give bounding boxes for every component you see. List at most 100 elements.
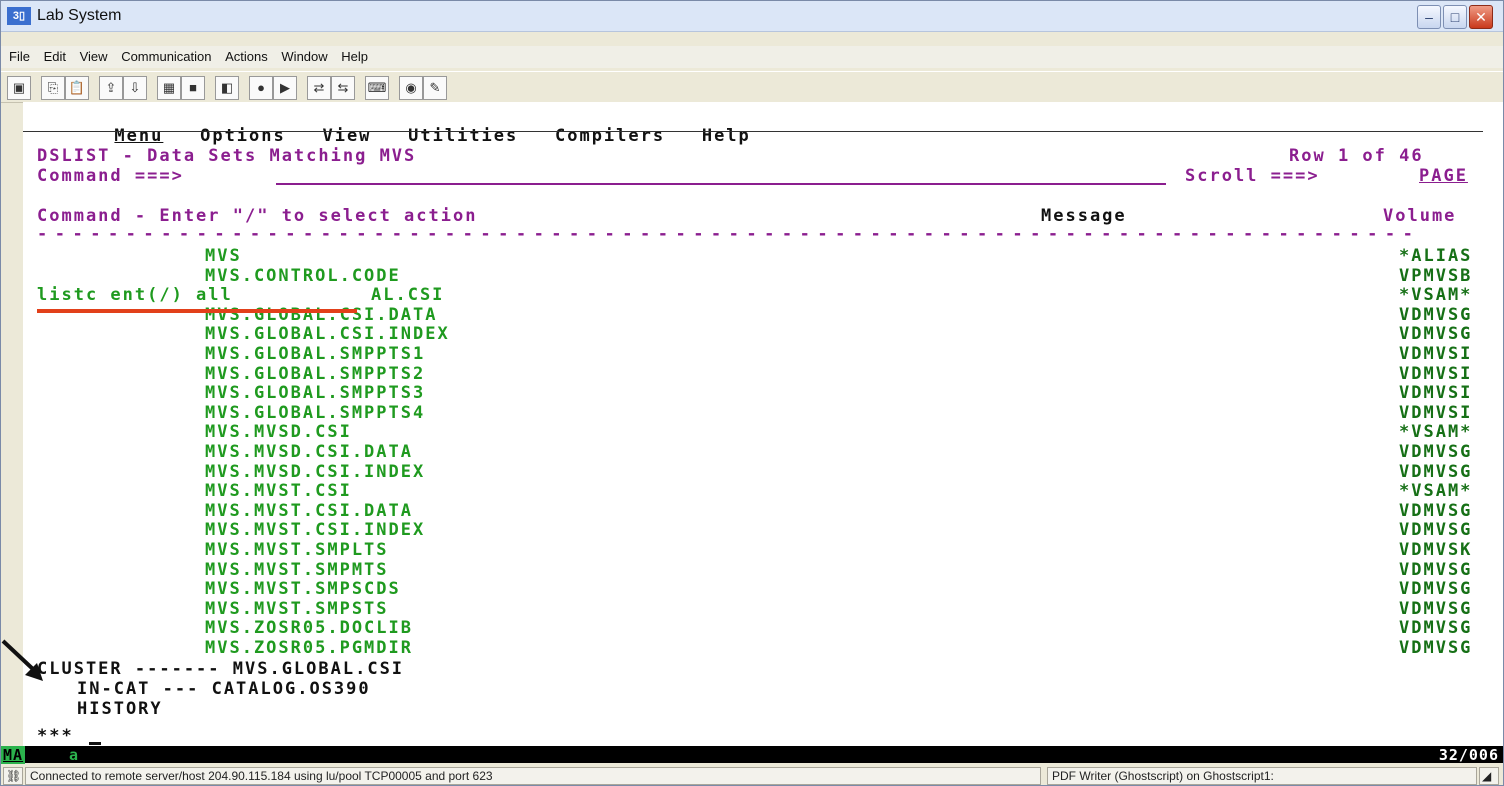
dataset-name[interactable]: MVS.GLOBAL.CSI.INDEX	[205, 324, 450, 344]
dataset-name[interactable]: MVS.MVST.SMPSTS	[205, 599, 389, 619]
dataset-volume: VDMVSG	[1399, 324, 1473, 345]
output-line-2: IN-CAT --- CATALOG.OS390	[77, 679, 371, 699]
transfer2-icon[interactable]: ⇆	[331, 76, 355, 100]
menu-file[interactable]: File	[9, 46, 30, 68]
toolbar: ▣ ⎘ 📋 ⇪ ⇩ ▦ ■ ◧ ● ▶ ⇄ ⇆ ⌨ ◉ ✎	[1, 71, 1503, 103]
action-bar-divider	[23, 131, 1483, 132]
screen-icon[interactable]: ▣	[7, 76, 31, 100]
annotation-arrow	[1, 639, 43, 681]
3270-app-icon[interactable]: 3▯	[7, 7, 31, 25]
dataset-volume: VDMVSG	[1399, 638, 1473, 658]
oia-mode: MA	[1, 746, 26, 764]
dataset-volume: VDMVSK	[1399, 540, 1473, 560]
row-info: Row 1 of 46	[1289, 146, 1424, 166]
ispf-view[interactable]: View	[322, 126, 371, 146]
dataset-volume: VDMVSI	[1399, 383, 1473, 404]
dataset-volume: VDMVSG	[1399, 559, 1473, 580]
dataset-volume: VPMVSB	[1399, 265, 1473, 286]
dataset-volume: VDMVSI	[1399, 402, 1473, 423]
dataset-name[interactable]: MVS.MVST.SMPSCDS	[205, 579, 401, 599]
resize-grip-icon[interactable]: ◢	[1479, 767, 1499, 785]
dataset-name[interactable]: MVS.MVST.SMPMTS	[205, 560, 389, 580]
dataset-volume: VDMVSG	[1399, 442, 1473, 462]
command-label: Command ===>	[37, 166, 184, 186]
ispf-menu[interactable]: Menu	[114, 126, 163, 146]
dataset-volume: VDMVSG	[1399, 304, 1473, 325]
record-icon[interactable]: ●	[249, 76, 273, 100]
globe-icon[interactable]: ◉	[399, 76, 423, 100]
command-input[interactable]	[276, 165, 1166, 185]
menu-window[interactable]: Window	[281, 46, 327, 68]
terminal-screen[interactable]: Menu Options View Utilities Compilers He…	[23, 102, 1503, 746]
paste-icon[interactable]: 📋	[65, 76, 89, 100]
dataset-volume: VDMVSG	[1399, 520, 1473, 541]
panel-title: DSLIST - Data Sets Matching MVS	[37, 146, 417, 166]
dataset-name[interactable]: MVS	[205, 246, 242, 266]
menu-view[interactable]: View	[80, 46, 108, 68]
color-icon[interactable]: ■	[181, 76, 205, 100]
dataset-name[interactable]: MVS.GLOBAL.CSI.DATA	[205, 305, 437, 325]
title-bar[interactable]: 3▯ Lab System – □ ✕	[1, 1, 1503, 32]
menu-communication[interactable]: Communication	[121, 46, 211, 68]
dataset-name[interactable]: MVS.GLOBAL.SMPPTS2	[205, 364, 425, 384]
dataset-name[interactable]: MVS.GLOBAL.SMPPTS4	[205, 403, 425, 423]
oia-status-line: MA a 32/006	[1, 746, 1503, 764]
menu-edit[interactable]: Edit	[44, 46, 66, 68]
dataset-volume: *VSAM*	[1399, 422, 1473, 443]
dataset-volume: VDMVSG	[1399, 618, 1473, 639]
keypad-icon[interactable]: ⌨	[365, 76, 389, 100]
dataset-name[interactable]: MVS.CONTROL.CODE	[205, 266, 401, 286]
connection-icon: ⛓	[3, 767, 23, 785]
dataset-name[interactable]: MVS.MVSD.CSI.INDEX	[205, 462, 425, 482]
edit-icon[interactable]: ✎	[423, 76, 447, 100]
maximize-button[interactable]: □	[1443, 5, 1467, 29]
status-bar: ⛓ Connected to remote server/host 204.90…	[1, 765, 1503, 785]
output-line-3: HISTORY	[77, 699, 163, 719]
row-line-command[interactable]: listc ent(/) all	[37, 285, 233, 305]
dataset-name[interactable]: MVS.MVST.CSI.INDEX	[205, 520, 425, 540]
ispf-help[interactable]: Help	[702, 126, 751, 146]
text-cursor	[89, 742, 101, 745]
dataset-name[interactable]: MVS.MVSD.CSI	[205, 422, 352, 442]
annotation-underline	[37, 309, 357, 313]
receive-icon[interactable]: ⇩	[123, 76, 147, 100]
dataset-volume: VDMVSI	[1399, 344, 1473, 364]
dataset-volume: VDMVSG	[1399, 579, 1473, 600]
dataset-name[interactable]: MVS.GLOBAL.SMPPTS3	[205, 383, 425, 403]
dataset-volume: VDMVSG	[1399, 598, 1473, 619]
dataset-volume: VDMVSI	[1399, 363, 1473, 384]
menu-help[interactable]: Help	[341, 46, 368, 68]
dataset-name[interactable]: MVS.GLOBAL.SMPPTS1	[205, 344, 425, 364]
window-title: Lab System	[37, 7, 122, 24]
minimize-button[interactable]: –	[1417, 5, 1441, 29]
menu-actions[interactable]: Actions	[225, 46, 268, 68]
dataset-name[interactable]: MVS.ZOSR05.DOCLIB	[205, 618, 413, 638]
close-button[interactable]: ✕	[1469, 5, 1493, 29]
ispf-options[interactable]: Options	[200, 126, 286, 146]
display-icon[interactable]: ▦	[157, 76, 181, 100]
copy-icon[interactable]: ⎘	[41, 76, 65, 100]
output-line-1: CLUSTER ------- MVS.GLOBAL.CSI	[37, 659, 405, 679]
header-separator: ----------------------------------------…	[37, 224, 1421, 244]
oia-session: a	[69, 746, 80, 764]
dataset-name[interactable]: MVS.MVST.CSI.DATA	[205, 501, 413, 521]
dataset-name[interactable]: MVS.MVST.CSI	[205, 481, 352, 501]
column-header-message: Message	[1041, 206, 1127, 226]
macro-icon[interactable]: ◧	[215, 76, 239, 100]
send-icon[interactable]: ⇪	[99, 76, 123, 100]
dataset-volume: *ALIAS	[1399, 246, 1473, 266]
scroll-value[interactable]: PAGE	[1419, 166, 1468, 186]
transfer-icon[interactable]: ⇄	[307, 76, 331, 100]
menu-bar: File Edit View Communication Actions Win…	[1, 46, 1503, 68]
ispf-utilities[interactable]: Utilities	[408, 126, 518, 146]
dataset-name[interactable]: AL.CSI	[371, 285, 444, 305]
dataset-name[interactable]: MVS.MVST.SMPLTS	[205, 540, 389, 560]
emulator-window: 3▯ Lab System – □ ✕ File Edit View Commu…	[0, 0, 1504, 786]
dataset-name[interactable]: MVS.ZOSR05.PGMDIR	[205, 638, 413, 658]
play-icon[interactable]: ▶	[273, 76, 297, 100]
dataset-volume: VDMVSG	[1399, 461, 1473, 482]
dataset-name[interactable]: MVS.MVSD.CSI.DATA	[205, 442, 413, 462]
column-header-command: Command - Enter "/" to select action	[37, 206, 478, 226]
ispf-compilers[interactable]: Compilers	[555, 126, 665, 146]
dataset-volume: *VSAM*	[1399, 481, 1473, 502]
